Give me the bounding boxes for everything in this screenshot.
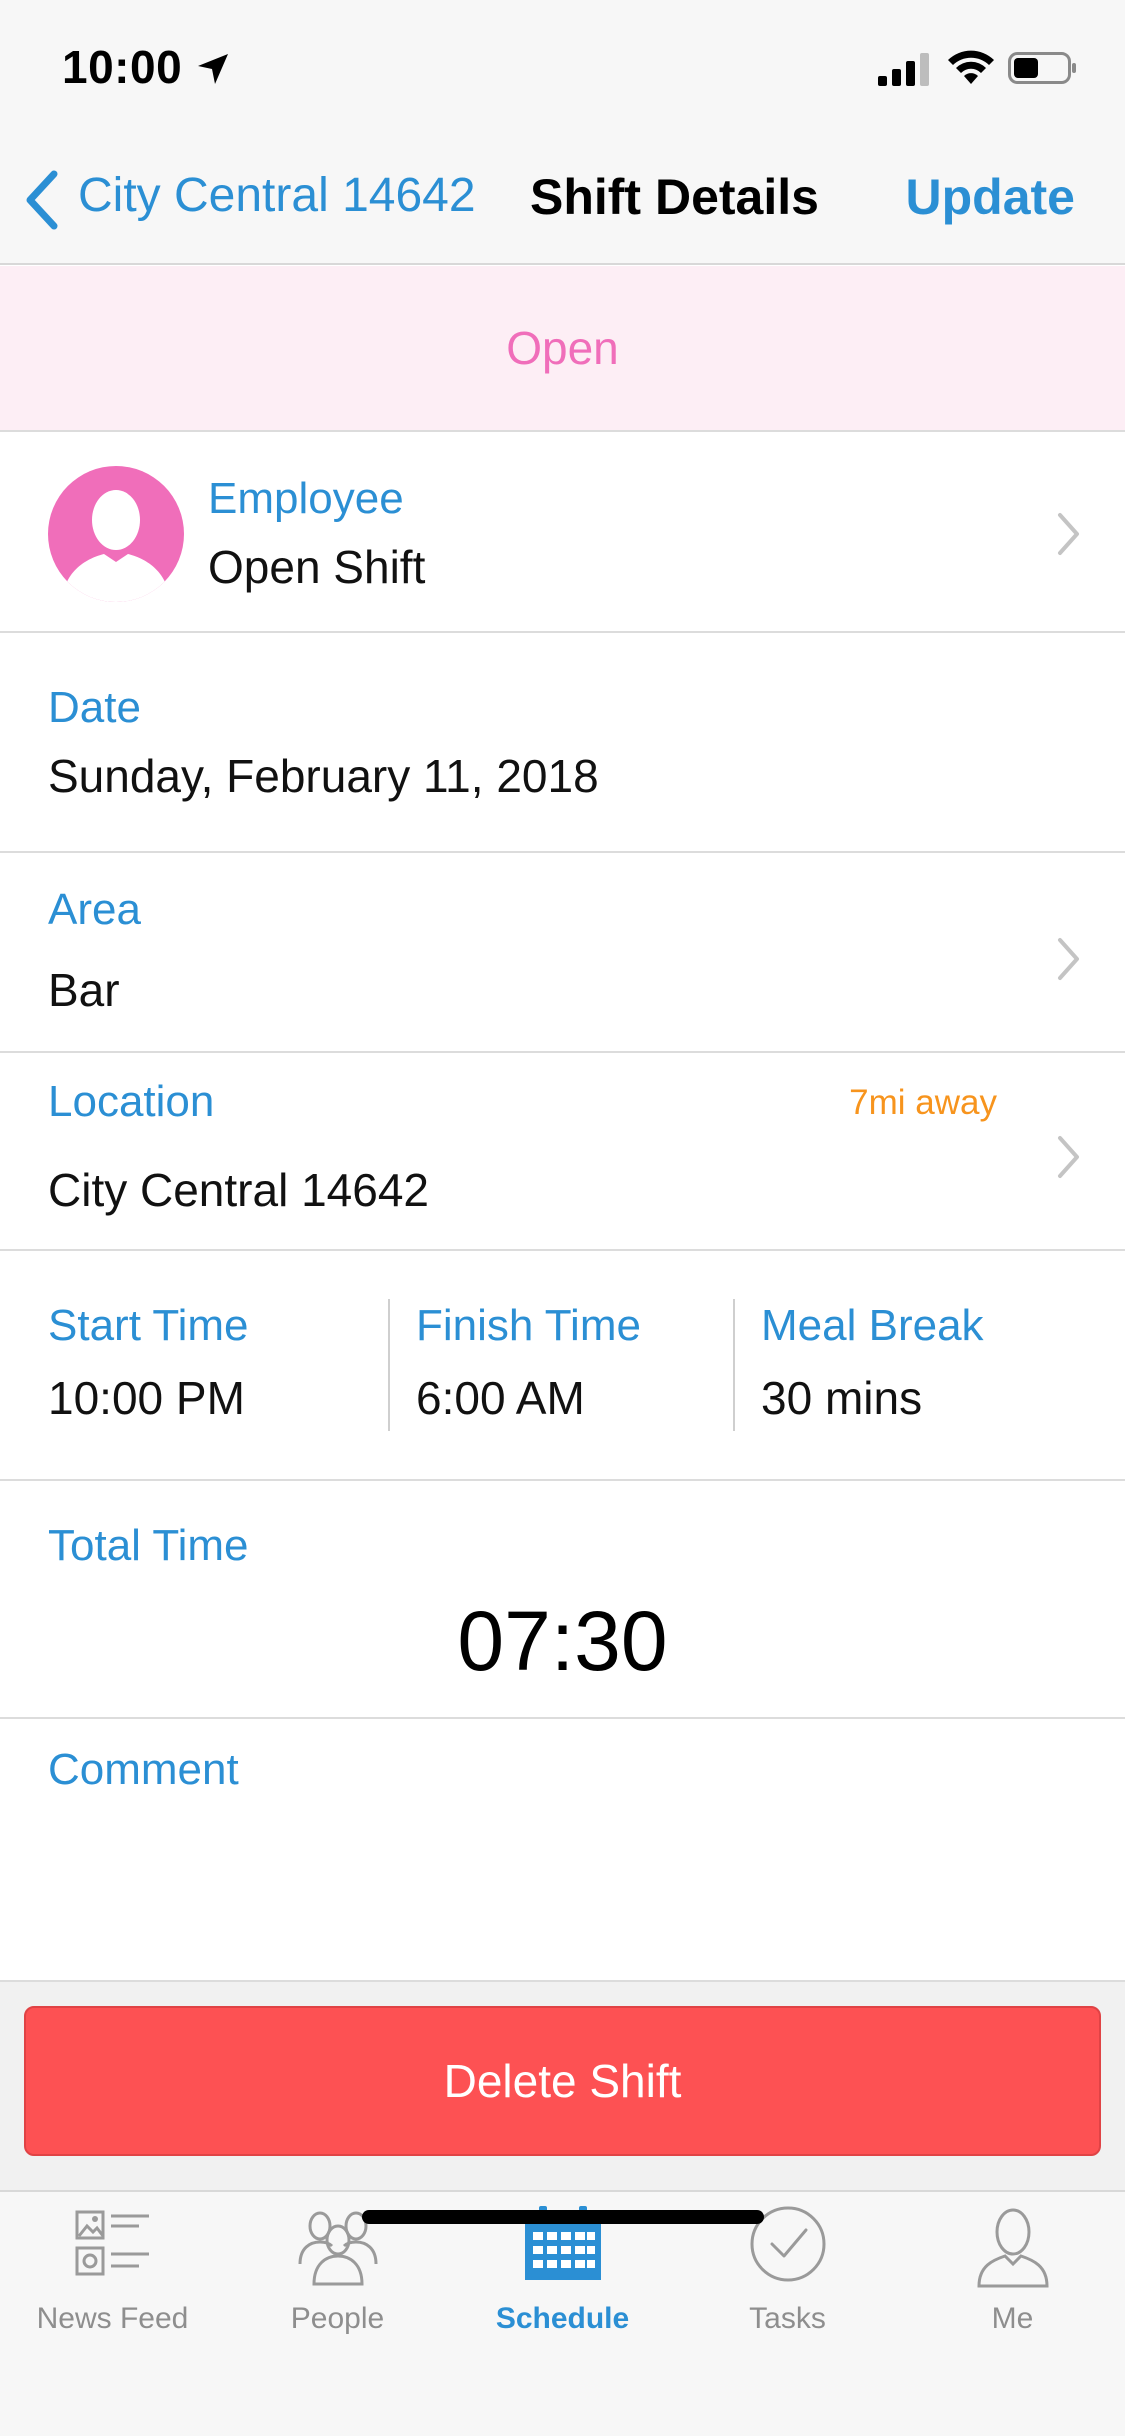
finish-time-cell[interactable]: Finish Time 6:00 AM — [390, 1251, 734, 1479]
navigation-bar: City Central 14642 Shift Details Update — [0, 132, 1125, 265]
times-row: Start Time 10:00 PM Finish Time 6:00 AM … — [0, 1251, 1125, 1481]
cellular-signal-icon — [878, 53, 929, 86]
battery-icon — [1008, 52, 1076, 84]
tab-me[interactable]: Me — [900, 2192, 1125, 2372]
comment-label: Comment — [48, 1745, 239, 1794]
tab-label: Me — [991, 2302, 1034, 2335]
distance-badge: 7mi away — [849, 1083, 997, 1122]
finish-time-label: Finish Time — [416, 1301, 641, 1350]
date-value: Sunday, February 11, 2018 — [48, 750, 599, 802]
person-silhouette-icon — [62, 490, 170, 602]
start-time-cell[interactable]: Start Time 10:00 PM — [0, 1251, 388, 1479]
date-row[interactable]: Date Sunday, February 11, 2018 — [0, 633, 1125, 853]
tab-label: People — [290, 2302, 385, 2335]
area-row[interactable]: Area Bar — [0, 853, 1125, 1053]
chevron-right-icon — [1058, 1136, 1079, 1178]
location-value: City Central 14642 — [48, 1164, 429, 1216]
wifi-icon — [948, 50, 994, 84]
meal-break-cell[interactable]: Meal Break 30 mins — [735, 1251, 1125, 1479]
tab-label: News Feed — [36, 2302, 189, 2335]
status-time: 10:00 — [62, 41, 183, 93]
tab-bar: News Feed People Schedule Tasks Me — [0, 2190, 1125, 2436]
employee-value: Open Shift — [208, 541, 426, 593]
employee-label: Employee — [208, 474, 404, 523]
update-button[interactable]: Update — [906, 168, 1075, 226]
person-icon — [976, 2208, 1049, 2288]
back-chevron-icon[interactable] — [22, 168, 66, 232]
comment-row[interactable]: Comment — [0, 1719, 1125, 1980]
shift-status-label: Open — [506, 322, 619, 374]
finish-time-value: 6:00 AM — [416, 1372, 585, 1424]
home-indicator[interactable] — [362, 2210, 764, 2224]
tab-news-feed[interactable]: News Feed — [0, 2192, 225, 2372]
shift-status-banner: Open — [0, 266, 1125, 432]
delete-shift-button[interactable]: Delete Shift — [24, 2006, 1101, 2156]
chevron-right-icon — [1058, 513, 1079, 555]
tab-label: Schedule — [495, 2302, 630, 2335]
start-time-label: Start Time — [48, 1301, 249, 1350]
meal-break-label: Meal Break — [761, 1301, 984, 1350]
location-label: Location — [48, 1077, 215, 1126]
back-button[interactable]: City Central 14642 — [78, 168, 476, 223]
page-title: Shift Details — [530, 169, 819, 225]
location-arrow-icon — [198, 54, 228, 84]
news-feed-icon — [75, 2210, 149, 2276]
status-bar: 10:00 — [0, 0, 1125, 132]
avatar — [48, 466, 184, 602]
delete-shift-label: Delete Shift — [443, 2055, 682, 2107]
meal-break-value: 30 mins — [761, 1372, 923, 1424]
area-value: Bar — [48, 964, 120, 1016]
tab-label: Tasks — [749, 2302, 826, 2335]
total-time-value: 07:30 — [457, 1594, 668, 1688]
start-time-value: 10:00 PM — [48, 1372, 245, 1424]
action-footer: Delete Shift — [0, 1980, 1125, 2190]
employee-row[interactable]: Employee Open Shift — [0, 432, 1125, 633]
total-time-label: Total Time — [48, 1521, 249, 1570]
chevron-right-icon — [1058, 938, 1079, 980]
date-label: Date — [48, 683, 141, 732]
location-row[interactable]: Location 7mi away City Central 14642 — [0, 1053, 1125, 1251]
area-label: Area — [48, 885, 141, 934]
total-time-row: Total Time 07:30 — [0, 1481, 1125, 1719]
